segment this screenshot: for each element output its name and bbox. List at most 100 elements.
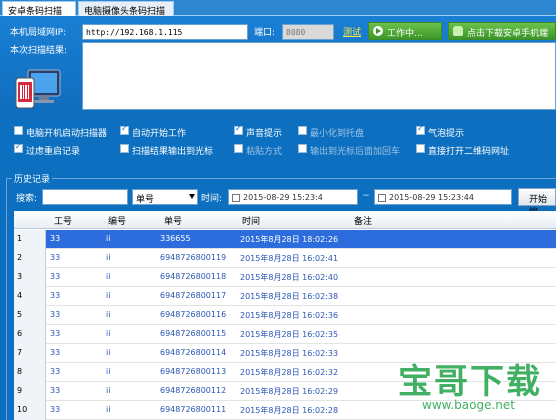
table-row[interactable]: 2 33 ii 6948726800119 2015年8月28日 16:02:41 — [14, 249, 556, 268]
search-field-value: 单号 — [136, 195, 155, 205]
watermark-url: www.baoge.net — [422, 398, 515, 412]
column-header[interactable]: 备注 — [354, 214, 372, 227]
option-label: 自动开始工作 — [132, 129, 187, 139]
option-paste-mode[interactable]: 粘贴方式 — [234, 144, 282, 157]
option-sound[interactable]: 声音提示 — [234, 124, 282, 139]
table-row[interactable]: 4 33 ii 6948726800117 2015年8月28日 16:02:38 — [14, 287, 556, 306]
scan-result-label: 本次扫描结果: — [10, 46, 68, 56]
table-cell-worker: 33 — [50, 253, 61, 262]
row-number: 9 — [14, 382, 46, 401]
table-cell-time: 2015年8月28日 16:02:35 — [240, 330, 339, 339]
table-cell-time: 2015年8月28日 16:02:33 — [240, 349, 339, 358]
option-label: 直接打开二维码网址 — [428, 147, 510, 157]
time-label: 时间: — [201, 194, 223, 204]
table-cell-code: ii — [106, 386, 111, 395]
chevron-down-icon — [189, 194, 195, 199]
table-cell-code: ii — [106, 329, 111, 338]
checkbox[interactable] — [234, 124, 243, 135]
checkbox[interactable] — [232, 194, 240, 202]
row-number: 5 — [14, 306, 46, 325]
local-ip-field[interactable]: http://192.168.1.115 — [82, 24, 248, 40]
table-cell-time: 2015年8月28日 16:02:36 — [240, 311, 339, 320]
table-cell-time: 2015年8月28日 16:02:38 — [240, 292, 339, 301]
option-label: 气泡提示 — [428, 129, 465, 139]
column-header[interactable]: 时间 — [242, 214, 260, 227]
table-cell-code: ii — [106, 234, 111, 243]
option-minimize-tray[interactable]: 最小化到托盘 — [298, 126, 364, 139]
port-field[interactable]: 8080 — [282, 24, 334, 40]
row-number: 1 — [14, 230, 46, 249]
date-to-picker[interactable]: 2015-08-29 15:23:44 — [374, 189, 512, 205]
table-cell-time: 2015年8月28日 16:02:41 — [240, 254, 339, 263]
table-cell-code: ii — [106, 348, 111, 357]
table-header: 工号 编号 单号 时间 备注 — [14, 211, 556, 229]
checkbox[interactable] — [120, 124, 129, 135]
table-row[interactable]: 5 33 ii 6948726800116 2015年8月28日 16:02:36 — [14, 306, 556, 325]
option-filter-duplicates[interactable]: 过虑重启记录 — [14, 142, 80, 157]
checkbox[interactable] — [298, 126, 307, 135]
checkbox[interactable] — [378, 194, 386, 202]
checkbox[interactable] — [14, 142, 23, 153]
table-cell-worker: 33 — [50, 405, 61, 414]
table-cell-worker: 33 — [50, 348, 61, 357]
test-link[interactable]: 测试 — [343, 25, 361, 38]
option-append-enter[interactable]: 输出到光标后面加回车 — [298, 144, 400, 157]
history-legend: 历史记录 — [12, 172, 53, 185]
date-from-value: 2015-08-29 15:23:4 — [243, 193, 323, 202]
table-cell-time: 2015年8月28日 16:02:28 — [240, 406, 339, 415]
table-cell-worker: 33 — [50, 291, 61, 300]
search-field-select[interactable]: 单号 — [132, 189, 198, 205]
table-cell-worker: 33 — [50, 234, 61, 243]
phone-scanner-icon — [15, 69, 61, 109]
table-cell-order: 6948726800115 — [160, 329, 227, 338]
start-search-button[interactable]: 开始搜 — [518, 188, 556, 218]
option-balloon[interactable]: 气泡提示 — [416, 124, 465, 139]
scan-result-field[interactable] — [82, 42, 556, 110]
table-cell-code: ii — [106, 253, 111, 262]
table-row[interactable]: 1 33 ii 336655 2015年8月28日 18:02:26 — [14, 230, 556, 249]
date-from-picker[interactable]: 2015-08-29 15:23:4 — [228, 189, 358, 205]
checkbox[interactable] — [298, 144, 307, 153]
row-number: 3 — [14, 268, 46, 287]
row-number: 8 — [14, 363, 46, 382]
option-auto-work[interactable]: 自动开始工作 — [120, 124, 187, 139]
table-cell-time: 2015年8月28日 16:02:29 — [240, 387, 339, 396]
table-row[interactable]: 3 33 ii 6948726800118 2015年8月28日 16:02:40 — [14, 268, 556, 287]
table-cell-worker: 33 — [50, 310, 61, 319]
table-cell-time: 2015年8月28日 16:02:40 — [240, 273, 339, 282]
watermark-title: 宝哥下载 — [398, 362, 542, 402]
option-output-cursor[interactable]: 扫描结果输出到光标 — [120, 144, 213, 157]
column-header[interactable]: 单号 — [164, 214, 182, 227]
table-cell-time: 2015年8月28日 18:02:26 — [240, 235, 339, 244]
scanner-panel: 本机局域网IP: http://192.168.1.115 端口: 8080 测… — [0, 16, 556, 120]
column-header[interactable]: 编号 — [108, 214, 126, 227]
download-button-label: 点击下载安卓手机端 — [467, 29, 549, 39]
range-tilde: ~ — [362, 191, 370, 201]
download-android-button[interactable]: 点击下载安卓手机端 — [448, 22, 556, 40]
options-panel: 电脑开机启动扫描器 自动开始工作 声音提示 最小化到托盘 气泡提示 过虑重启记录… — [0, 120, 556, 172]
tab-android-scan[interactable]: 安卓条码扫描 — [2, 1, 76, 17]
table-cell-order: 6948726800118 — [160, 272, 227, 281]
tab-camera-scan[interactable]: 电脑摄像头条码扫描 — [78, 1, 174, 17]
option-autostart[interactable]: 电脑开机启动扫描器 — [14, 126, 107, 139]
option-label: 粘贴方式 — [246, 147, 283, 157]
table-cell-order: 6948726800113 — [160, 367, 227, 376]
checkbox[interactable] — [234, 144, 243, 153]
search-input[interactable] — [42, 189, 128, 205]
table-cell-order: 6948726800119 — [160, 253, 227, 262]
checkbox[interactable] — [120, 144, 129, 153]
checkbox[interactable] — [416, 124, 425, 135]
checkbox[interactable] — [14, 126, 23, 135]
column-header[interactable]: 工号 — [54, 214, 72, 227]
option-label: 电脑开机启动扫描器 — [26, 129, 108, 139]
table-cell-worker: 33 — [50, 367, 61, 376]
tab-bar: 安卓条码扫描 电脑摄像头条码扫描 — [0, 0, 556, 17]
android-icon — [453, 26, 463, 36]
row-number: 4 — [14, 287, 46, 306]
option-open-qr-url[interactable]: 直接打开二维码网址 — [416, 144, 509, 157]
checkbox[interactable] — [416, 144, 425, 153]
working-button[interactable]: 工作中... — [368, 22, 442, 40]
option-label: 扫描结果输出到光标 — [132, 147, 214, 157]
table-row[interactable]: 6 33 ii 6948726800115 2015年8月28日 16:02:35 — [14, 325, 556, 344]
row-number: 6 — [14, 325, 46, 344]
